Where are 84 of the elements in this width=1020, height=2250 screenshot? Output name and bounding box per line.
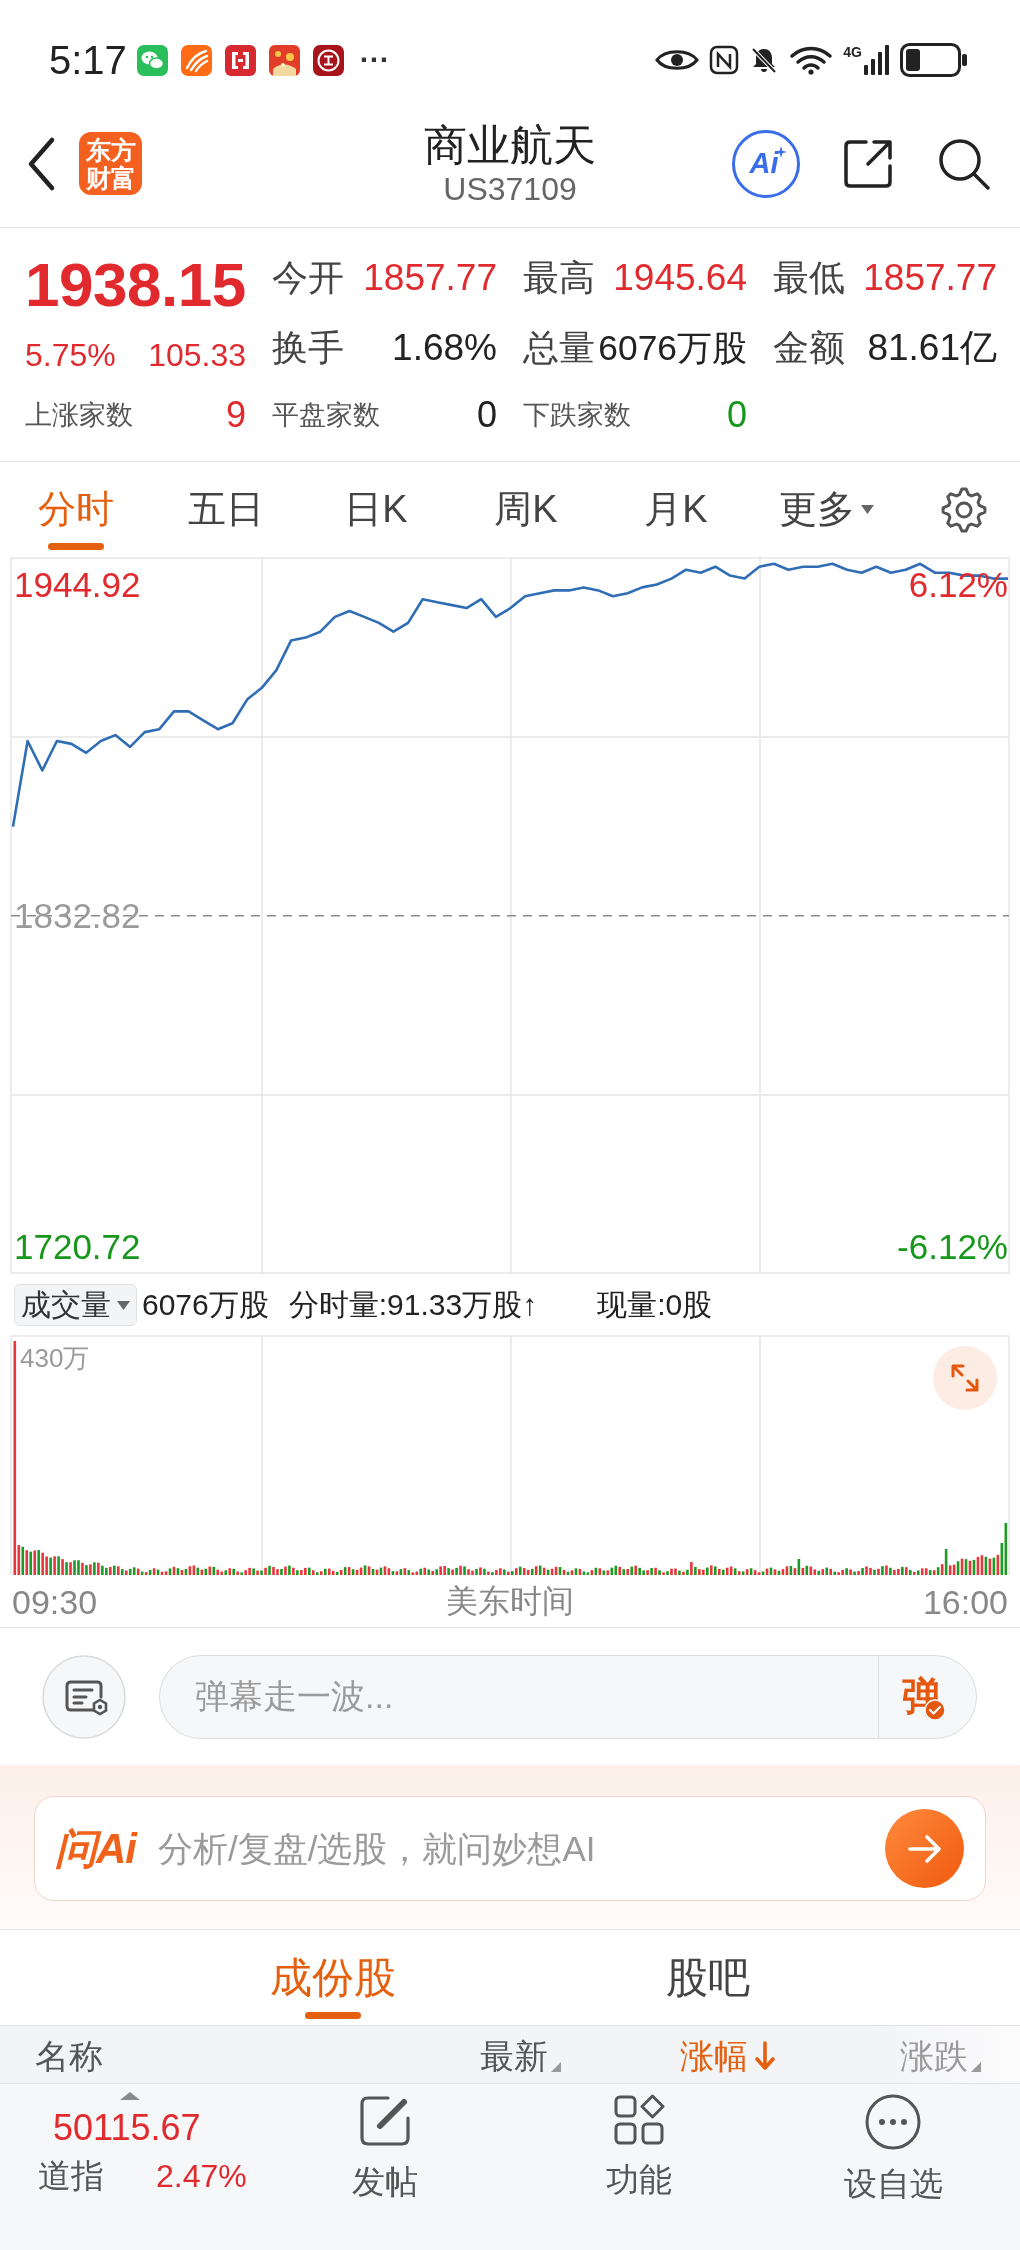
breadth-value: 9 [225, 394, 246, 436]
section-tab[interactable]: 股吧 [608, 1930, 808, 2025]
chart-tab[interactable]: 五日 [151, 462, 301, 557]
eye-icon [655, 47, 700, 73]
ai-assistant-button[interactable]: Ai [732, 129, 800, 198]
arrow-right-icon [907, 1833, 942, 1864]
breadth-label: 下跌家数 [523, 399, 631, 432]
stat-label: 换手 [272, 325, 344, 370]
signal-bars-icon [864, 45, 890, 75]
edit-icon [358, 2094, 412, 2148]
stat-value: 1857.77 [363, 257, 497, 299]
more-notifications-indicator: ··· [359, 45, 390, 75]
stock-code: US37109 [443, 169, 577, 208]
stat-label: 最高 [523, 255, 595, 300]
percent-axis-label: -6.12% [897, 1227, 1008, 1266]
current-volume: 现量:0股 [597, 1286, 713, 1323]
chat-bubbles-icon [136, 44, 168, 76]
breadth-value: 0 [726, 394, 747, 436]
festive-tile-icon [268, 44, 300, 76]
toolbar-button[interactable]: 设自选 [766, 2084, 1020, 2250]
back-icon[interactable] [26, 135, 56, 192]
danmu-input[interactable]: 弹幕走一波... [159, 1654, 878, 1739]
sort-descending-icon [755, 2041, 775, 2071]
bracket-tile-icon [224, 44, 256, 76]
volume-max-label: 430万 [20, 1343, 90, 1373]
stat-label: 金额 [773, 325, 845, 370]
section-tab[interactable]: 成份股 [233, 1930, 433, 2025]
last-price: 1938.15 [25, 254, 246, 316]
stat-value: 6076万股 [598, 328, 747, 368]
column-header[interactable]: 名称 [0, 2026, 480, 2080]
dropdown-caret-icon [860, 505, 874, 514]
index-name: 道指 [38, 2156, 104, 2196]
app-logo: 东方财富 [79, 132, 142, 195]
expand-icon[interactable] [933, 1346, 997, 1410]
stat-value: 1857.77 [863, 257, 997, 299]
change-percent: 5.75% [25, 336, 116, 375]
stat-label: 今开 [272, 255, 344, 300]
ai-query-input[interactable]: 分析/复盘/选股，就问妙想AI [158, 1818, 885, 1879]
settings-icon[interactable] [940, 485, 988, 534]
battery-icon [900, 43, 968, 77]
index-change: 2.47% [156, 2157, 247, 2196]
coin-tile-icon [312, 44, 344, 76]
page-title: 商业航天 [424, 119, 596, 170]
column-header[interactable]: 最新 [480, 2026, 680, 2080]
chart-tab[interactable]: 月K [601, 462, 751, 557]
grid-icon [613, 2094, 665, 2146]
stat-label: 最低 [773, 255, 845, 300]
dropdown-caret-icon [117, 1300, 130, 1310]
sort-icon [551, 2062, 561, 2072]
stat-value: 1945.64 [613, 257, 747, 299]
stat-value: 81.61亿 [867, 327, 997, 369]
stat-value: 1.68% [392, 327, 497, 369]
breadth-label: 上涨家数 [25, 399, 133, 432]
chart-tab[interactable]: 更多 [751, 462, 901, 557]
toolbar-button[interactable]: 发帖 [258, 2084, 512, 2250]
danmu-settings-icon[interactable] [42, 1654, 126, 1739]
volume-type-dropdown[interactable]: 成交量 [14, 1284, 137, 1326]
price-axis-label: 1720.72 [14, 1227, 141, 1266]
total-volume: 6076万股 [142, 1286, 269, 1323]
breadth-label: 平盘家数 [272, 399, 380, 432]
prev-close-label: 1832.82 [14, 896, 141, 935]
stat-label: 总量 [523, 325, 595, 370]
chart-tab[interactable]: 周K [451, 462, 601, 557]
toolbar-button[interactable]: 功能 [512, 2084, 766, 2250]
price-axis-label: 1944.92 [14, 565, 141, 604]
caret-up-icon[interactable] [120, 2092, 140, 2100]
percent-axis-label: 6.12% [908, 565, 1008, 604]
ai-brand-label: 问Ai [55, 1823, 136, 1874]
sort-icon [971, 2062, 981, 2072]
change-amount: 105.33 [148, 336, 246, 375]
timezone-label: 美东时间 [446, 1582, 574, 1621]
swoosh-tile-icon [180, 44, 212, 76]
status-time: 5:17 [49, 40, 127, 80]
time-start-label: 09:30 [12, 1582, 98, 1622]
wifi-icon [789, 45, 834, 75]
time-end-label: 16:00 [922, 1582, 1008, 1622]
chart-tab[interactable]: 日K [301, 462, 451, 557]
network-type-label: 4G [843, 45, 862, 59]
breadth-value: 0 [476, 394, 497, 436]
chart-tab[interactable]: 分时 [1, 462, 151, 557]
nfc-icon [709, 45, 740, 75]
minute-volume: 分时量:91.33万股↑ [288, 1286, 538, 1323]
more-icon [865, 2094, 921, 2150]
index-value: 50115.67 [53, 2108, 201, 2148]
